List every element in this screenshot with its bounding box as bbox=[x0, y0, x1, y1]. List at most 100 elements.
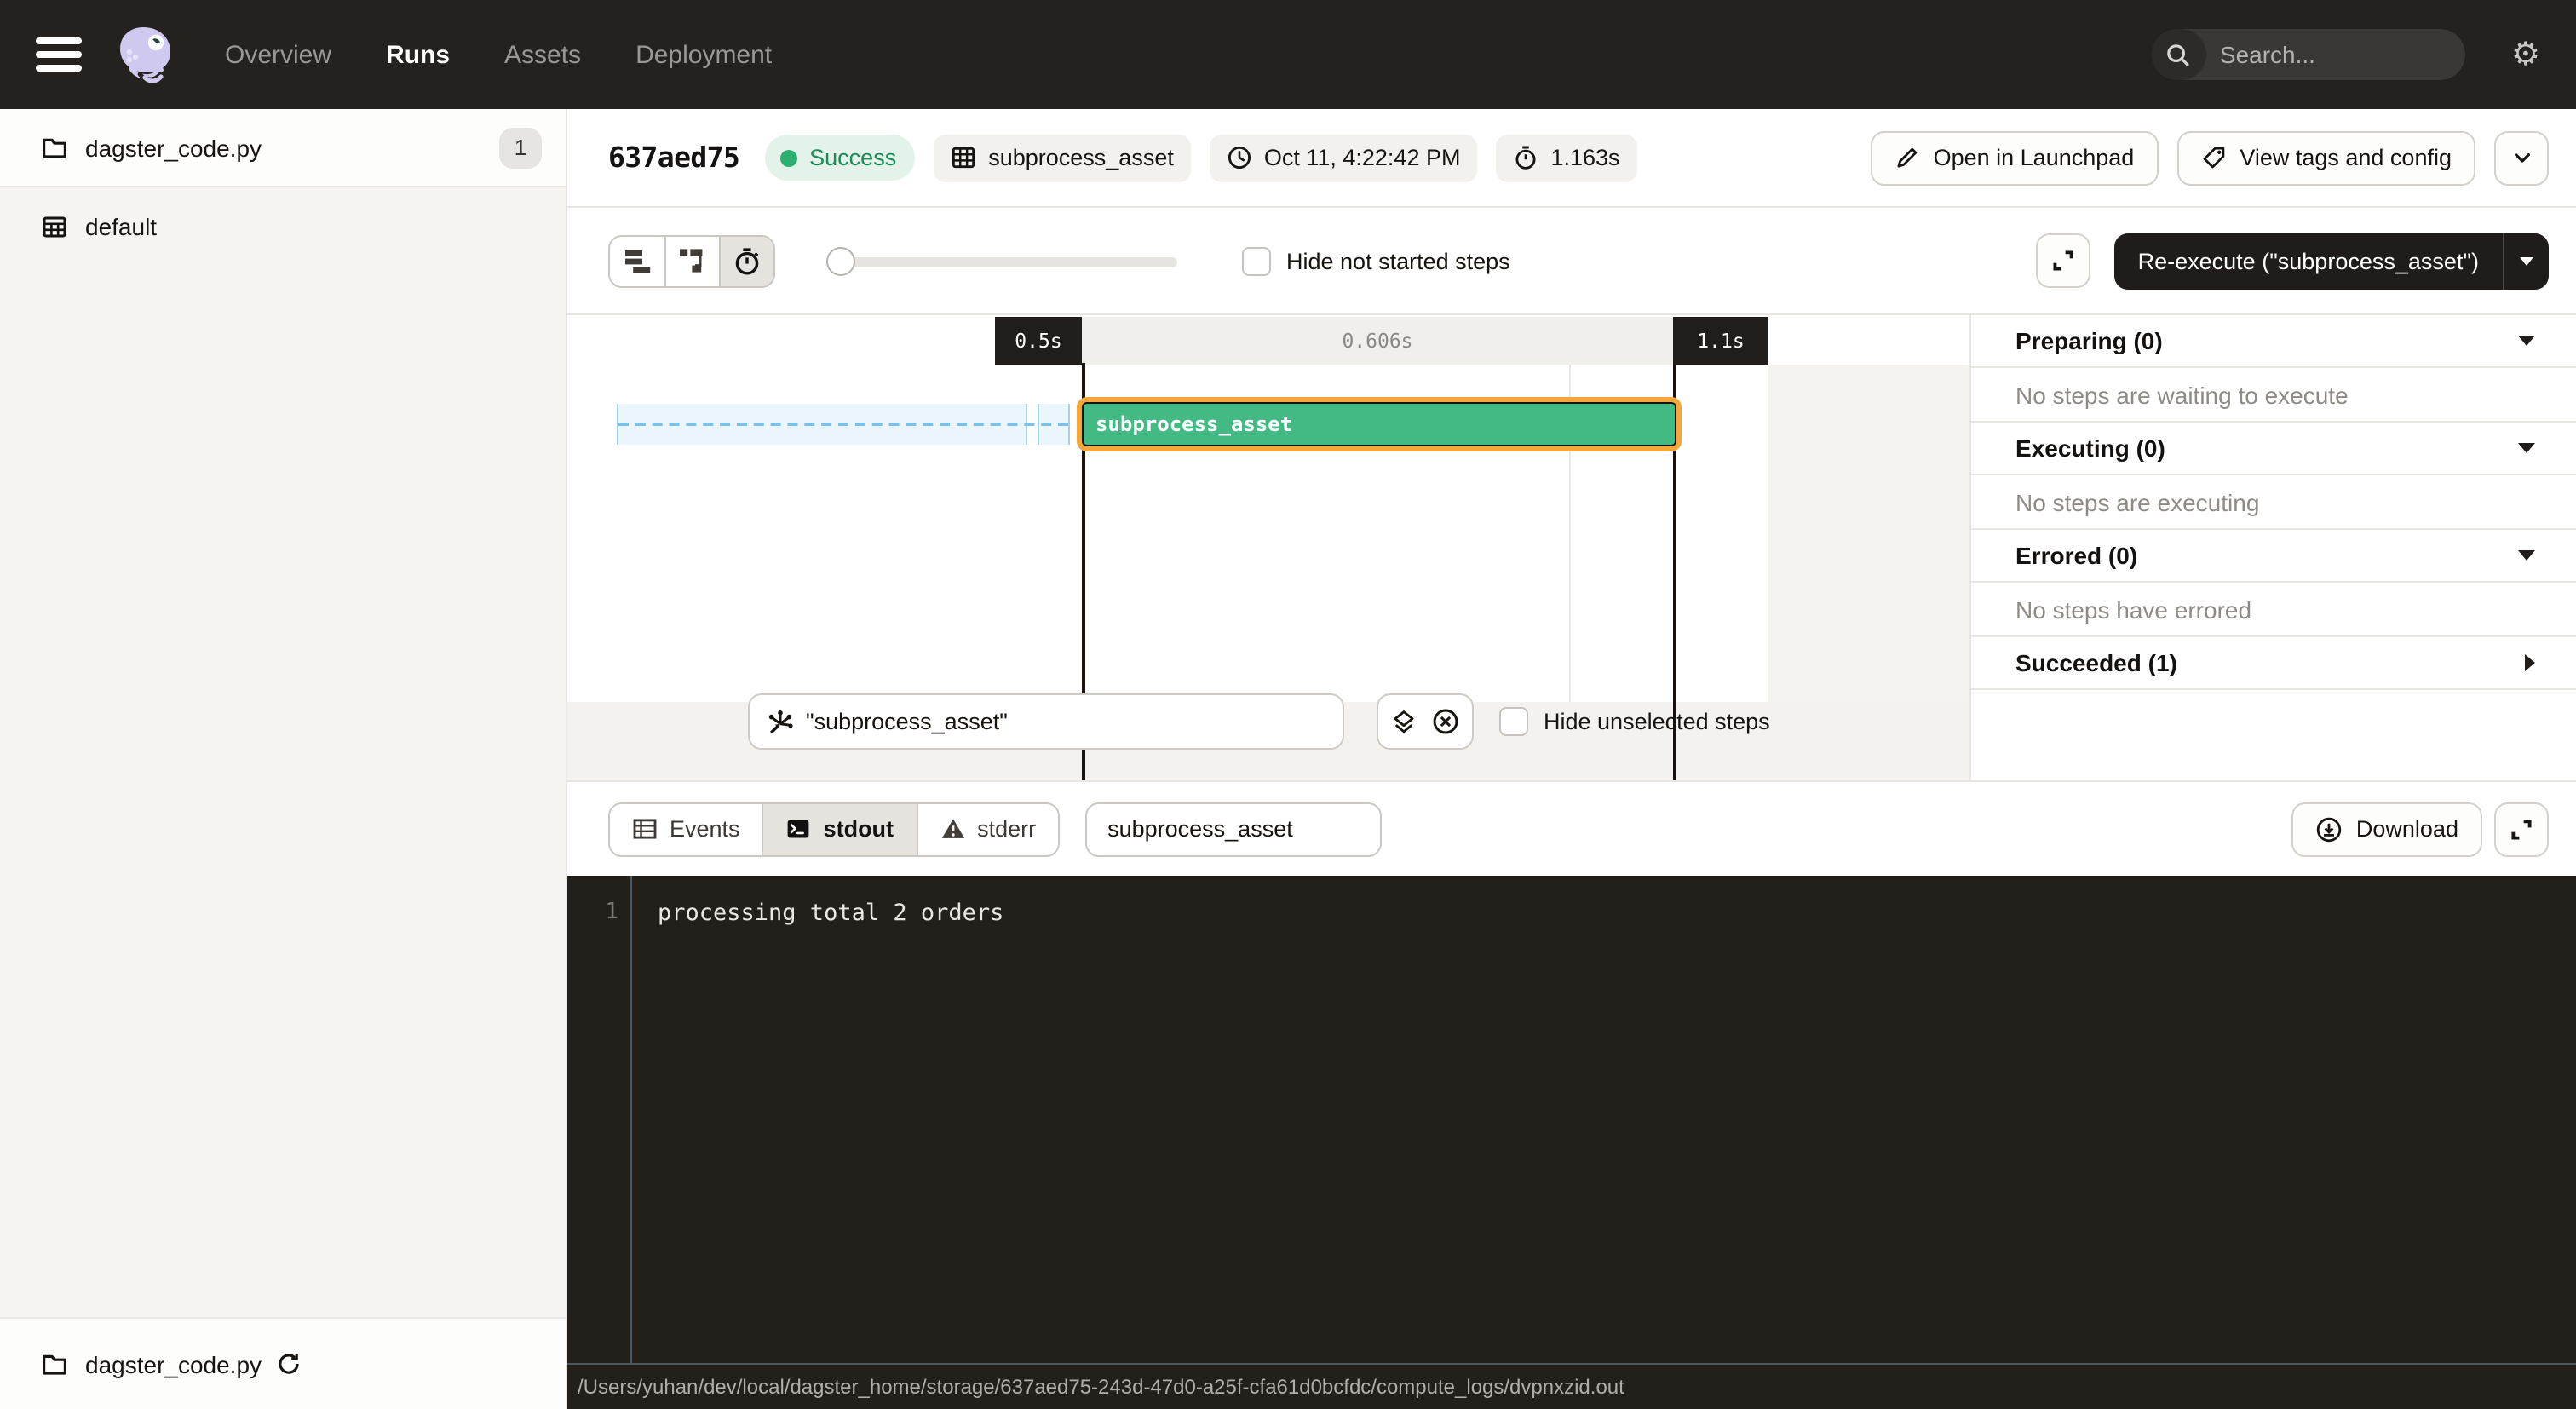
sidebar-footer: dagster_code.py bbox=[0, 1317, 566, 1409]
asset-tag-label: subprocess_asset bbox=[988, 145, 1174, 170]
flat-view-icon bbox=[623, 248, 652, 273]
menu-icon[interactable] bbox=[36, 37, 82, 72]
layers-icon[interactable] bbox=[1390, 708, 1417, 735]
section-executing[interactable]: Executing (0) bbox=[1971, 423, 2576, 475]
chevron-down-icon bbox=[2510, 147, 2533, 169]
gear-icon[interactable]: ⚙ bbox=[2511, 38, 2540, 71]
hide-not-started-checkbox-row[interactable]: Hide not started steps bbox=[1242, 246, 1510, 275]
waterfall-view-icon bbox=[678, 247, 707, 274]
chevron-down-icon bbox=[2518, 550, 2535, 561]
slider-knob[interactable] bbox=[826, 246, 855, 275]
waterfall-view-button[interactable] bbox=[664, 236, 719, 285]
step-bar-label: subprocess_asset bbox=[1084, 412, 1292, 436]
hide-not-started-label: Hide not started steps bbox=[1286, 248, 1510, 273]
tag-icon bbox=[2200, 145, 2226, 170]
nav-runs[interactable]: Runs bbox=[386, 40, 450, 69]
chevron-down-icon bbox=[2518, 336, 2535, 346]
log-step-filter-box[interactable] bbox=[1085, 802, 1382, 856]
timestamp-label: Oct 11, 4:22:42 PM bbox=[1264, 145, 1461, 170]
dagster-logo[interactable] bbox=[111, 20, 179, 89]
hide-not-started-checkbox[interactable] bbox=[1242, 246, 1271, 275]
log-file-path: /Users/yuhan/dev/local/dagster_home/stor… bbox=[578, 1375, 1624, 1399]
header-actions: Open in Launchpad View tags and config bbox=[1871, 130, 2549, 185]
sidebar-item-default-job[interactable]: default bbox=[0, 187, 566, 264]
terminal-icon bbox=[786, 816, 812, 842]
run-header: 637aed75 Success subprocess_asset bbox=[567, 109, 2576, 208]
nav-deployment[interactable]: Deployment bbox=[635, 40, 772, 69]
header-more-chevron-button[interactable] bbox=[2494, 130, 2549, 185]
hide-unselected-checkbox-row[interactable]: Hide unselected steps bbox=[1499, 707, 1770, 736]
reexecute-dropdown[interactable] bbox=[2503, 233, 2549, 289]
job-label: default bbox=[85, 212, 157, 239]
steps-status-panel: Preparing (0) No steps are waiting to ex… bbox=[1969, 315, 2576, 780]
tab-stdout[interactable]: stdout bbox=[762, 803, 917, 854]
search-box[interactable]: / bbox=[2152, 29, 2465, 80]
hide-unselected-label: Hide unselected steps bbox=[1544, 709, 1770, 734]
main-panel: 637aed75 Success subprocess_asset bbox=[567, 109, 2576, 1409]
axis-tick-left: 0.5s bbox=[995, 317, 1082, 365]
gantt-expand-button[interactable] bbox=[2036, 233, 2090, 288]
stopwatch-icon bbox=[733, 246, 762, 275]
expand-icon bbox=[2510, 817, 2533, 841]
tab-events[interactable]: Events bbox=[610, 803, 762, 854]
view-mode-segmented-control bbox=[608, 234, 775, 287]
clock-icon bbox=[1227, 145, 1252, 170]
open-in-launchpad-button[interactable]: Open in Launchpad bbox=[1871, 130, 2159, 185]
top-nav: Overview Runs Assets Deployment / ⚙ bbox=[0, 0, 2576, 109]
op-selector-icon bbox=[767, 708, 794, 735]
axis-tick-right: 1.1s bbox=[1673, 317, 1768, 365]
filter-action-buttons bbox=[1377, 693, 1474, 750]
reload-icon[interactable] bbox=[275, 1351, 301, 1377]
status-label: Success bbox=[809, 145, 896, 170]
section-preparing[interactable]: Preparing (0) bbox=[1971, 315, 2576, 368]
duration-pill: 1.163s bbox=[1496, 134, 1636, 181]
duration-label: 1.163s bbox=[1550, 145, 1619, 170]
nav-assets[interactable]: Assets bbox=[504, 40, 581, 69]
sidebar-item-repo[interactable]: dagster_code.py 1 bbox=[0, 109, 566, 187]
chevron-right-icon bbox=[2525, 654, 2535, 671]
gantt-chart[interactable]: 0.5s 0.606s 1.1s subprocess_asset bbox=[567, 315, 1969, 780]
hide-unselected-checkbox[interactable] bbox=[1499, 707, 1528, 736]
log-toolbar: Events stdout bbox=[567, 780, 2576, 876]
view-tags-config-button[interactable]: View tags and config bbox=[2176, 130, 2475, 185]
gantt-step-bar[interactable]: subprocess_asset bbox=[1082, 402, 1676, 446]
nav-overview[interactable]: Overview bbox=[225, 40, 331, 69]
download-button[interactable]: Download bbox=[2291, 802, 2482, 856]
stdout-log-pane[interactable]: 1 processing total 2 orders bbox=[567, 876, 2576, 1363]
clear-filter-icon[interactable] bbox=[1431, 707, 1460, 736]
step-filter-input[interactable] bbox=[806, 709, 1325, 734]
tab-stderr[interactable]: stderr bbox=[916, 803, 1058, 854]
step-filter-input-box[interactable] bbox=[748, 693, 1344, 750]
sidebar: dagster_code.py 1 default dagster_code.p… bbox=[0, 109, 567, 1409]
asset-tag-pill[interactable]: subprocess_asset bbox=[934, 134, 1191, 181]
log-line-number: 1 bbox=[567, 900, 618, 925]
waiting-phase-dashes bbox=[618, 423, 1068, 426]
search-input[interactable] bbox=[2206, 41, 2465, 68]
footer-repo-label: dagster_code.py bbox=[85, 1350, 262, 1377]
reexecute-button[interactable]: Re-execute ("subprocess_asset") bbox=[2114, 233, 2549, 289]
warning-icon bbox=[940, 816, 965, 842]
log-expand-button[interactable] bbox=[2494, 802, 2549, 856]
chevron-down-icon bbox=[2518, 443, 2535, 453]
repo-count-badge: 1 bbox=[499, 127, 542, 168]
zoom-slider[interactable] bbox=[826, 246, 1177, 275]
gantt-filter-row: Hide unselected steps bbox=[567, 693, 1969, 750]
section-errored[interactable]: Errored (0) bbox=[1971, 530, 2576, 583]
flat-view-button[interactable] bbox=[610, 236, 664, 285]
duration-view-button[interactable] bbox=[719, 236, 773, 285]
expand-icon bbox=[2051, 249, 2075, 273]
nav-links: Overview Runs Assets Deployment bbox=[225, 40, 772, 69]
caret-down-icon bbox=[2520, 256, 2533, 265]
success-dot bbox=[780, 149, 797, 166]
job-icon bbox=[41, 212, 68, 239]
grid-icon bbox=[951, 145, 976, 170]
run-id: 637aed75 bbox=[608, 141, 739, 174]
log-gutter-divider bbox=[630, 876, 632, 1363]
section-succeeded[interactable]: Succeeded (1) bbox=[1971, 637, 2576, 690]
repo-label: dagster_code.py bbox=[85, 134, 262, 161]
log-step-filter-input[interactable] bbox=[1107, 816, 1360, 842]
log-footer: /Users/yuhan/dev/local/dagster_home/stor… bbox=[567, 1363, 2576, 1409]
gantt-toolbar: Hide not started steps Re-execute ("subp… bbox=[567, 208, 2576, 315]
log-tabs: Events stdout bbox=[608, 802, 1060, 856]
table-icon bbox=[632, 816, 658, 842]
